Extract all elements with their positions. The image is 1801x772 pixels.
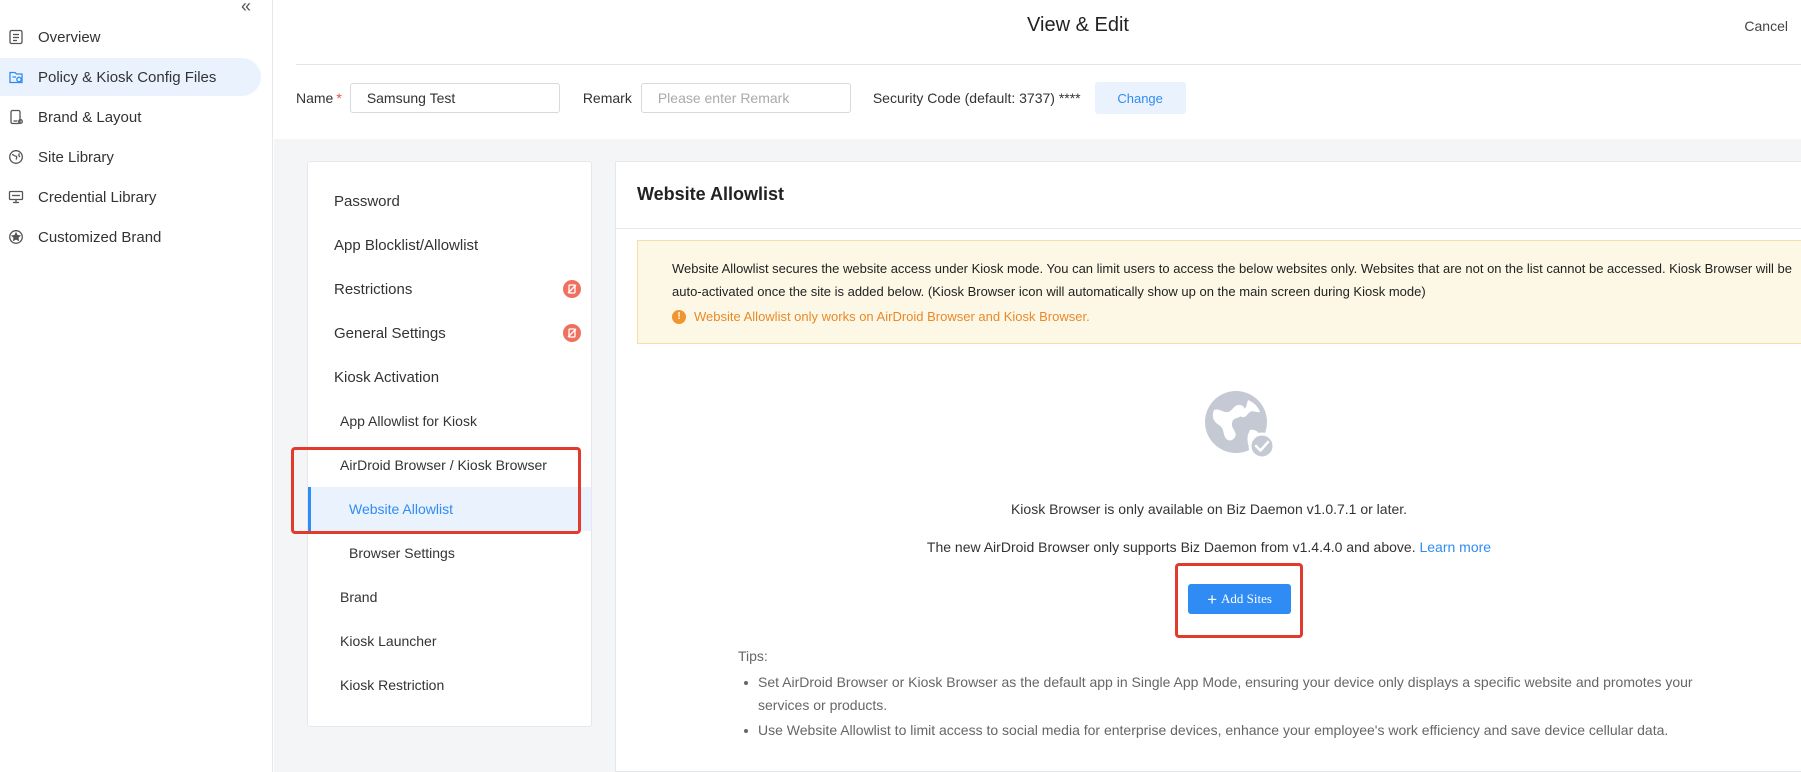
brand-layout-icon — [8, 109, 24, 125]
change-security-code-button[interactable]: Change — [1094, 82, 1186, 114]
policy-form-row: Name* Remark Security Code (default: 373… — [296, 78, 1801, 118]
star-icon — [8, 229, 24, 245]
tip-item: Set AirDroid Browser or Kiosk Browser as… — [738, 671, 1738, 717]
submenu-item-label: Browser Settings — [349, 545, 455, 561]
submenu-item-label: Kiosk Activation — [334, 368, 440, 386]
availability-text: Kiosk Browser is only available on Biz D… — [1010, 501, 1408, 517]
sidebar-item-brand-layout[interactable]: Brand & Layout — [0, 98, 261, 136]
collapse-sidebar-icon[interactable]: « — [241, 0, 263, 15]
submenu-item-label: AirDroid Browser / Kiosk Browser — [340, 457, 547, 473]
submenu-item-app-blocklist[interactable]: App Blocklist/Allowlist — [308, 223, 591, 267]
submenu-item-label: App Allowlist for Kiosk — [340, 413, 477, 429]
add-sites-button[interactable]: + Add Sites — [1188, 584, 1291, 614]
restricted-badge-icon — [563, 280, 581, 298]
submenu-item-password[interactable]: Password — [308, 179, 591, 223]
learn-more-link[interactable]: Learn more — [1419, 539, 1491, 555]
sidebar-item-credential-library[interactable]: Credential Library — [0, 178, 261, 216]
name-label: Name * — [296, 90, 342, 106]
sidebar-item-label: Site Library — [38, 148, 114, 166]
panel-divider — [616, 228, 1801, 229]
sidebar-item-label: Customized Brand — [38, 228, 162, 246]
sidebar-item-label: Credential Library — [38, 188, 157, 206]
submenu-item-browser[interactable]: AirDroid Browser / Kiosk Browser — [308, 443, 591, 487]
submenu-item-label: Restrictions — [334, 280, 413, 298]
plus-icon: + — [1207, 589, 1217, 609]
remark-label: Remark — [582, 90, 632, 106]
notice-warning: ! Website Allowlist only works on AirDro… — [672, 305, 1801, 328]
sidebar-item-site-library[interactable]: Site Library — [0, 138, 261, 176]
sidebar-item-label: Overview — [38, 28, 101, 46]
submenu-item-label: Password — [334, 192, 400, 210]
sidebar-nav: Overview Policy & Kiosk Config Files Bra… — [0, 16, 273, 258]
page-header: View & Edit Cancel — [273, 0, 1801, 66]
submenu-item-label: Kiosk Launcher — [340, 633, 437, 649]
warning-icon: ! — [672, 309, 686, 324]
globe-icon — [8, 149, 24, 165]
submenu-item-general-settings[interactable]: General Settings — [308, 311, 591, 355]
app-sidebar: « Overview Policy & Kiosk Config Files B… — [0, 0, 273, 772]
website-allowlist-panel: Website Allowlist Website Allowlist secu… — [615, 161, 1801, 772]
support-text: The new AirDroid Browser only supports B… — [926, 539, 1416, 555]
policy-file-icon — [8, 69, 24, 85]
tips-section: Tips: Set AirDroid Browser or Kiosk Brow… — [738, 648, 1738, 744]
sidebar-item-label: Brand & Layout — [38, 108, 142, 126]
tips-title: Tips: — [738, 648, 768, 664]
submenu-item-label: Brand — [340, 589, 378, 605]
sidebar-item-customized-brand[interactable]: Customized Brand — [0, 218, 261, 256]
notice-text: Website Allowlist secures the website ac… — [672, 261, 1792, 299]
submenu-item-label: Kiosk Restriction — [340, 677, 445, 693]
submenu-item-label: Website Allowlist — [349, 501, 454, 517]
required-mark: * — [336, 90, 342, 106]
page-title: View & Edit — [1027, 14, 1129, 36]
security-code-label: Security Code (default: 3737) **** — [872, 90, 1081, 106]
remark-input[interactable] — [640, 83, 851, 113]
submenu-item-label: General Settings — [334, 324, 446, 342]
add-sites-label: Add Sites — [1221, 591, 1272, 606]
sidebar-item-label: Policy & Kiosk Config Files — [38, 68, 217, 86]
submenu-item-restrictions[interactable]: Restrictions — [308, 267, 591, 311]
submenu-item-brand[interactable]: Brand — [308, 575, 591, 619]
submenu-item-website-allowlist[interactable]: Website Allowlist — [308, 487, 591, 531]
tips-list: Set AirDroid Browser or Kiosk Browser as… — [738, 671, 1738, 742]
tip-item: Use Website Allowlist to limit access to… — [738, 719, 1738, 742]
globe-check-icon — [1204, 390, 1276, 460]
submenu-item-browser-settings[interactable]: Browser Settings — [308, 531, 591, 575]
name-input[interactable] — [349, 83, 560, 113]
sidebar-item-policy-kiosk-config[interactable]: Policy & Kiosk Config Files — [0, 58, 261, 96]
restricted-badge-icon — [563, 324, 581, 342]
cancel-button[interactable]: Cancel — [1744, 18, 1788, 34]
document-icon — [8, 29, 24, 45]
submenu-item-kiosk-activation[interactable]: Kiosk Activation — [308, 355, 591, 399]
support-text-row: The new AirDroid Browser only supports B… — [616, 539, 1801, 555]
submenu-item-kiosk-launcher[interactable]: Kiosk Launcher — [308, 619, 591, 663]
submenu-item-kiosk-restriction[interactable]: Kiosk Restriction — [308, 663, 591, 707]
section-title: Website Allowlist — [637, 184, 785, 204]
header-divider — [296, 64, 1801, 65]
credential-icon — [8, 189, 24, 205]
info-notice: Website Allowlist secures the website ac… — [637, 240, 1801, 344]
notice-warning-text: Website Allowlist only works on AirDroid… — [694, 309, 1090, 324]
sidebar-item-overview[interactable]: Overview — [0, 18, 261, 56]
settings-submenu: Password App Blocklist/Allowlist Restric… — [307, 161, 592, 727]
submenu-item-label: App Blocklist/Allowlist — [334, 236, 479, 254]
submenu-item-app-allowlist-kiosk[interactable]: App Allowlist for Kiosk — [308, 399, 591, 443]
